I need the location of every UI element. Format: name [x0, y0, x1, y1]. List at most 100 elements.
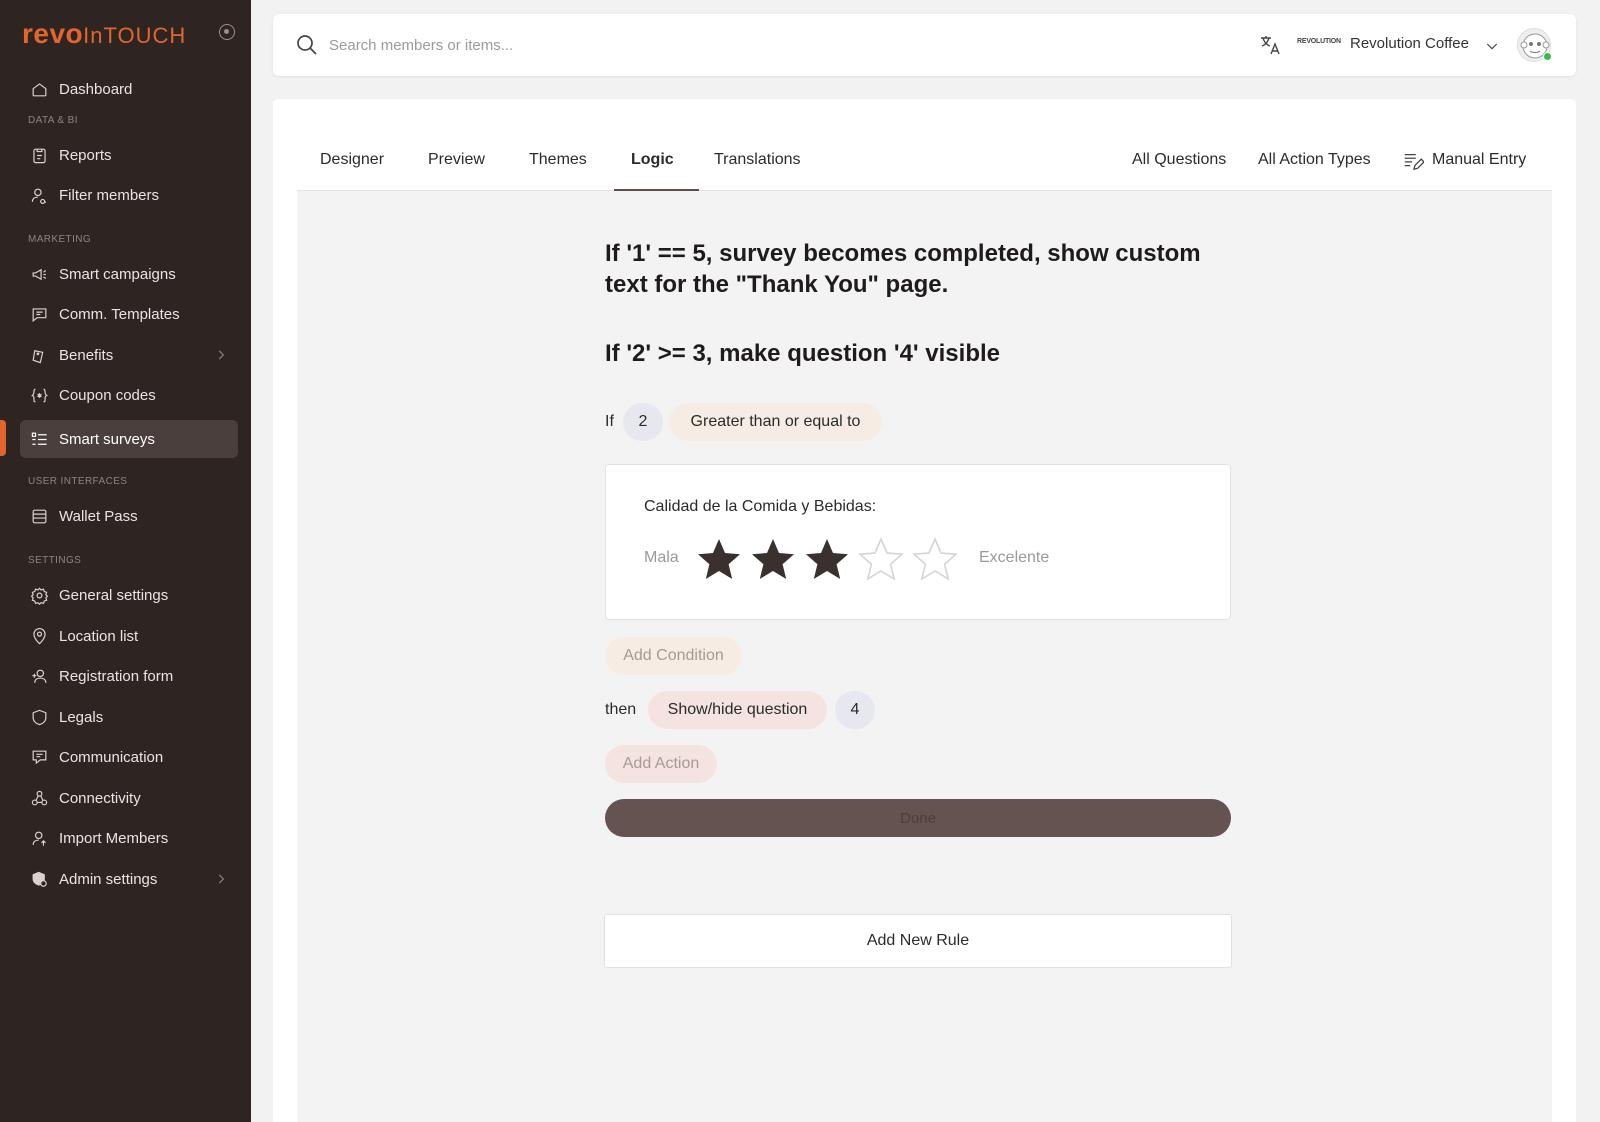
sidebar-item-benefits[interactable]: Benefits [20, 336, 238, 374]
chevron-down-icon[interactable] [1484, 38, 1500, 54]
brand-part1: revo [22, 18, 84, 49]
sidebar-item-label: Import Members [59, 829, 169, 847]
message-icon [29, 304, 49, 324]
sidebar-item-reports[interactable]: Reports [20, 136, 238, 174]
condition-pill[interactable]: Greater than or equal to [669, 403, 882, 441]
search-icon[interactable] [295, 33, 319, 57]
rule-2-summary[interactable]: If '2' >= 3, make question '4' visible [605, 338, 1225, 369]
if-label: If [605, 413, 614, 430]
org-name[interactable]: Revolution Coffee [1350, 35, 1469, 52]
user-import-icon [29, 828, 49, 848]
connectivity-icon [29, 788, 49, 808]
user-add-icon [29, 666, 49, 686]
brand-logo[interactable]: revo InTOUCH [22, 18, 186, 50]
sidebar-item-label: Wallet Pass [59, 507, 138, 525]
sidebar-item-coupon-codes[interactable]: Coupon codes [20, 376, 238, 414]
sidebar-item-label: Comm. Templates [59, 305, 180, 323]
star-icon-filled[interactable] [695, 535, 743, 583]
section-label-user-interfaces: USER INTERFACES [28, 476, 128, 487]
top-bar: REVOLUTION Revolution Coffee [273, 14, 1576, 76]
done-button[interactable]: Done [605, 799, 1231, 837]
question-title: Calidad de la Comida y Bebidas: [644, 498, 877, 515]
tab-translations[interactable]: Translations [714, 151, 801, 169]
sidebar-item-label: General settings [59, 586, 169, 604]
star-icon-filled[interactable] [749, 535, 797, 583]
sidebar-item-general-settings[interactable]: General settings [20, 576, 238, 614]
sidebar-item-connectivity[interactable]: Connectivity [20, 779, 238, 817]
sidebar-item-label: Dashboard [59, 80, 133, 98]
sidebar-item-label: Reports [59, 146, 112, 164]
tab-preview[interactable]: Preview [428, 151, 485, 169]
coupon-icon [29, 385, 49, 405]
sidebar-item-label: Admin settings [59, 870, 158, 888]
sidebar-collapse-icon[interactable] [219, 24, 235, 40]
tab-designer[interactable]: Designer [320, 151, 384, 169]
sidebar-item-admin-settings[interactable]: Admin settings [20, 860, 238, 898]
chevron-right-icon [218, 350, 225, 360]
admin-shield-icon [29, 869, 49, 889]
org-logo: REVOLUTION [1297, 38, 1341, 45]
all-action-types-filter[interactable]: All Action Types [1258, 151, 1371, 169]
sidebar-item-dashboard[interactable]: Dashboard [20, 70, 238, 108]
avatar[interactable] [1517, 28, 1552, 62]
chevron-right-icon [218, 874, 225, 884]
sidebar-item-label: Legals [59, 708, 104, 726]
sidebar-item-label: Coupon codes [59, 386, 156, 404]
tab-bar: Designer Preview Themes Logic Translatio… [297, 129, 1552, 191]
sidebar-item-comm-templates[interactable]: Comm. Templates [20, 295, 238, 333]
action-pill[interactable]: Show/hide question [648, 691, 827, 729]
sidebar-item-label: Filter members [59, 186, 160, 204]
section-label-marketing: MARKETING [28, 234, 92, 245]
sidebar-item-label: Smart surveys [59, 430, 155, 448]
sidebar-item-filter-members[interactable]: Filter members [20, 176, 238, 214]
report-icon [29, 145, 49, 165]
section-label-data-bi: DATA & BI [28, 115, 78, 126]
sidebar-item-import-members[interactable]: Import Members [20, 819, 238, 857]
sidebar-item-wallet-pass[interactable]: Wallet Pass [20, 497, 238, 535]
tab-themes[interactable]: Themes [529, 151, 587, 169]
rule-1-summary[interactable]: If '1' == 5, survey becomes completed, s… [605, 238, 1225, 300]
sidebar: revo InTOUCH Dashboard DATA & BI Reports … [0, 0, 251, 1122]
list-check-icon [29, 429, 49, 449]
add-new-rule-button[interactable]: Add New Rule [604, 914, 1232, 968]
shield-icon [29, 707, 49, 727]
logic-canvas: If '1' == 5, survey becomes completed, s… [297, 191, 1552, 1122]
star-icon-filled[interactable] [803, 535, 851, 583]
main-card: Designer Preview Themes Logic Translatio… [273, 99, 1576, 1122]
user-search-icon [29, 185, 49, 205]
sidebar-item-label: Smart campaigns [59, 265, 176, 283]
sidebar-item-label: Location list [59, 627, 139, 645]
add-condition-button[interactable]: Add Condition [605, 637, 742, 675]
star-icon-empty[interactable] [857, 535, 905, 583]
megaphone-icon [29, 264, 49, 284]
location-pin-icon [29, 626, 49, 646]
translate-icon[interactable] [1258, 33, 1282, 57]
question-number-pill[interactable]: 2 [623, 403, 663, 441]
manual-entry-button[interactable]: Manual Entry [1432, 151, 1526, 169]
then-label: then [605, 701, 637, 718]
action-target-pill[interactable]: 4 [835, 691, 875, 729]
sidebar-item-smart-campaigns[interactable]: Smart campaigns [20, 255, 238, 293]
sidebar-item-location-list[interactable]: Location list [20, 617, 238, 655]
all-questions-filter[interactable]: All Questions [1132, 151, 1226, 169]
sidebar-item-label: Communication [59, 748, 164, 766]
sidebar-item-smart-surveys[interactable]: Smart surveys [20, 420, 238, 458]
add-action-button[interactable]: Add Action [605, 745, 717, 783]
question-preview-card: Calidad de la Comida y Bebidas: Mala Exc… [605, 464, 1231, 620]
sidebar-item-communication[interactable]: Communication [20, 738, 238, 776]
home-icon [29, 79, 49, 99]
gear-icon [29, 585, 49, 605]
search-input[interactable] [329, 32, 929, 58]
wallet-icon [29, 506, 49, 526]
sidebar-item-legals[interactable]: Legals [20, 698, 238, 736]
sidebar-item-label: Connectivity [59, 789, 141, 807]
sidebar-item-registration-form[interactable]: Registration form [20, 657, 238, 695]
rating-high-label: Excelente [979, 549, 1050, 566]
tab-logic[interactable]: Logic [631, 151, 674, 169]
gift-icon [29, 345, 49, 365]
chat-settings-icon [29, 747, 49, 767]
sidebar-item-label: Benefits [59, 346, 114, 364]
star-icon-empty[interactable] [911, 535, 959, 583]
manual-entry-icon[interactable] [1402, 150, 1424, 172]
rating-low-label: Mala [644, 549, 679, 566]
